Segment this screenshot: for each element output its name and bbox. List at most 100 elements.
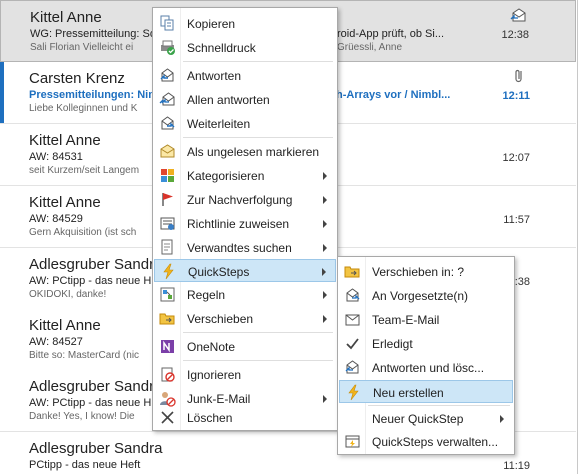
related-search-icon bbox=[161, 239, 173, 255]
mark-unread-icon bbox=[160, 144, 175, 158]
mail-subject-tail: h-Arrays vor / Nimbl... bbox=[336, 89, 451, 101]
menu-label: Neu erstellen bbox=[373, 386, 444, 400]
menu-label: Junk-E-Mail bbox=[187, 392, 251, 406]
reply-all-icon bbox=[159, 92, 175, 106]
menu-label: Verwandtes suchen bbox=[187, 241, 292, 255]
menu-item-regeln[interactable]: Regeln bbox=[154, 283, 336, 306]
menu-label: Team-E-Mail bbox=[372, 313, 440, 327]
menu-item-verwandtes-suchen[interactable]: Verwandtes suchen bbox=[154, 236, 336, 259]
mail-subject: AW: 84529 bbox=[29, 213, 83, 225]
menu-item-verschieben[interactable]: Verschieben bbox=[154, 307, 336, 330]
flag-icon bbox=[162, 193, 173, 206]
menu-label: Als ungelesen markieren bbox=[187, 145, 320, 159]
mail-preview-tail: Grüessli, Anne bbox=[337, 42, 403, 53]
submenu-arrow-icon bbox=[323, 395, 327, 403]
forward-to-manager-icon bbox=[346, 288, 360, 302]
reply-delete-icon bbox=[345, 360, 359, 374]
ignore-icon bbox=[161, 367, 175, 382]
quicksteps-submenu: Verschieben in: ? An Vorgesetzte(n) Team… bbox=[337, 256, 515, 455]
reply-envelope-icon bbox=[509, 7, 527, 23]
menu-separator bbox=[183, 137, 333, 138]
submenu-item-neu-erstellen[interactable]: Neu erstellen bbox=[339, 380, 513, 403]
menu-item-antworten[interactable]: Antworten bbox=[154, 64, 336, 87]
menu-label: Weiterleiten bbox=[187, 117, 251, 131]
mail-sender: Kittel Anne bbox=[29, 194, 101, 211]
quick-print-icon bbox=[161, 40, 175, 55]
mail-sender: Kittel Anne bbox=[30, 9, 102, 26]
submenu-item-quicksteps-verwalten[interactable]: QuickSteps verwalten... bbox=[339, 430, 513, 453]
checkmark-icon bbox=[346, 338, 359, 350]
team-email-icon bbox=[345, 314, 360, 326]
menu-label: Antworten und lösc... bbox=[372, 361, 485, 375]
submenu-arrow-icon bbox=[323, 220, 327, 228]
menu-label: QuickSteps verwalten... bbox=[372, 435, 499, 449]
menu-label: An Vorgesetzte(n) bbox=[372, 289, 469, 303]
mail-subject: AW: PCtipp - das neue H bbox=[29, 397, 152, 409]
mail-time: :38 bbox=[514, 276, 530, 288]
mail-time: 12:07 bbox=[502, 152, 530, 164]
menu-item-ignorieren[interactable]: Ignorieren bbox=[154, 363, 336, 386]
menu-item-loeschen[interactable]: Löschen bbox=[154, 406, 336, 429]
menu-item-schnelldruck[interactable]: Schnelldruck bbox=[154, 36, 336, 59]
submenu-arrow-icon bbox=[322, 268, 326, 276]
mail-sender: Carsten Krenz bbox=[29, 70, 125, 87]
menu-item-quicksteps[interactable]: QuickSteps bbox=[154, 259, 336, 282]
manage-quicksteps-icon bbox=[345, 435, 360, 448]
menu-separator bbox=[183, 332, 333, 333]
menu-separator bbox=[183, 360, 333, 361]
submenu-item-antworten-und-loeschen[interactable]: Antworten und lösc... bbox=[339, 356, 513, 379]
onenote-icon bbox=[161, 340, 174, 353]
mail-time: 12:38 bbox=[501, 29, 529, 41]
mail-subject-tail: roid-App prüft, ob Si... bbox=[337, 28, 444, 40]
policy-icon bbox=[160, 217, 175, 230]
mail-sender: Adlesgruber Sandra bbox=[29, 378, 163, 395]
menu-item-allen-antworten[interactable]: Allen antworten bbox=[154, 88, 336, 111]
forward-icon bbox=[161, 116, 175, 130]
menu-label: Schnelldruck bbox=[187, 41, 256, 55]
rules-icon bbox=[160, 287, 175, 302]
menu-separator bbox=[368, 405, 510, 406]
move-folder-icon bbox=[344, 266, 360, 278]
junk-mail-icon bbox=[160, 392, 176, 407]
mail-time: 12:11 bbox=[502, 90, 530, 102]
submenu-item-team-e-mail[interactable]: Team-E-Mail bbox=[339, 308, 513, 331]
menu-label: Richtlinie zuweisen bbox=[187, 217, 290, 231]
mail-preview: Danke! Yes, I know! Die bbox=[29, 411, 135, 422]
copy-icon bbox=[160, 15, 174, 31]
submenu-item-neuer-quickstep[interactable]: Neuer QuickStep bbox=[339, 407, 513, 430]
menu-label: Verschieben bbox=[187, 312, 254, 326]
menu-item-als-ungelesen-markieren[interactable]: Als ungelesen markieren bbox=[154, 140, 336, 163]
submenu-arrow-icon bbox=[323, 172, 327, 180]
menu-label: Löschen bbox=[187, 411, 233, 425]
mail-subject: AW: 84527 bbox=[29, 336, 83, 348]
mail-sender: Kittel Anne bbox=[29, 317, 101, 334]
menu-item-onenote[interactable]: OneNote bbox=[154, 335, 336, 358]
menu-label: Neuer QuickStep bbox=[372, 412, 464, 426]
submenu-item-an-vorgesetzte[interactable]: An Vorgesetzte(n) bbox=[339, 284, 513, 307]
menu-item-kategorisieren[interactable]: Kategorisieren bbox=[154, 164, 336, 187]
mail-subject: Pressemitteilungen: Nin bbox=[29, 89, 155, 101]
menu-label: Regeln bbox=[187, 288, 226, 302]
submenu-arrow-icon bbox=[323, 291, 327, 299]
menu-item-zur-nachverfolgung[interactable]: Zur Nachverfolgung bbox=[154, 188, 336, 211]
submenu-item-erledigt[interactable]: Erledigt bbox=[339, 332, 513, 355]
mail-preview: Sali Florian Vielleicht ei bbox=[30, 42, 134, 53]
mail-preview: Gern Akquisition (ist sch bbox=[29, 227, 137, 238]
mail-subject: AW: PCtipp - das neue H bbox=[29, 275, 152, 287]
mail-sender: Kittel Anne bbox=[29, 132, 101, 149]
menu-item-weiterleiten[interactable]: Weiterleiten bbox=[154, 112, 336, 135]
menu-label: Allen antworten bbox=[187, 93, 270, 107]
menu-separator bbox=[183, 61, 333, 62]
submenu-arrow-icon bbox=[323, 315, 327, 323]
menu-item-kopieren[interactable]: Kopieren bbox=[154, 12, 336, 35]
mail-time: 11:57 bbox=[503, 214, 530, 226]
menu-label: Ignorieren bbox=[187, 368, 242, 382]
submenu-item-verschieben-in[interactable]: Verschieben in: ? bbox=[339, 260, 513, 283]
menu-item-richtlinie-zuweisen[interactable]: Richtlinie zuweisen bbox=[154, 212, 336, 235]
menu-label: Erledigt bbox=[372, 337, 413, 351]
delete-icon bbox=[161, 411, 174, 424]
menu-label: Antworten bbox=[187, 69, 242, 83]
menu-label: QuickSteps bbox=[188, 265, 250, 279]
mail-subject: PCtipp - das neue Heft bbox=[29, 459, 141, 471]
menu-label: Zur Nachverfolgung bbox=[187, 193, 293, 207]
